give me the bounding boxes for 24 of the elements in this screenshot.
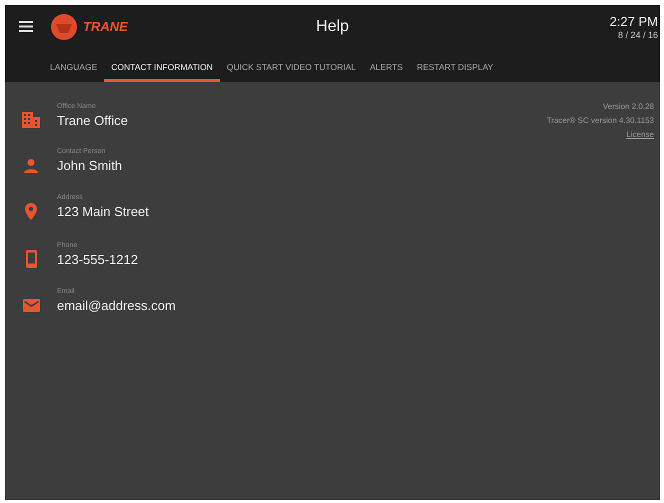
tab[interactable]: RESTART DISPLAY (410, 48, 500, 82)
brand-name: TRANE (83, 19, 128, 34)
location-pin-icon (25, 203, 37, 220)
phone-icon (26, 250, 36, 268)
field-value: John Smith (57, 158, 122, 173)
field-value: 123 Main Street (57, 204, 149, 219)
tab[interactable]: QUICK START VIDEO TUTORIAL (220, 48, 363, 82)
version-text: Tracer® SC version 4.30.1153 (546, 116, 654, 125)
field-value: 123-555-1212 (57, 252, 138, 266)
envelope-icon (22, 299, 40, 312)
field-value: Trane Office (57, 112, 128, 128)
menu-icon[interactable] (19, 21, 33, 32)
tab[interactable]: ALERTS (362, 48, 410, 82)
tab[interactable]: CONTACT INFORMATION (104, 48, 220, 82)
person-icon (24, 158, 38, 172)
version-text: Version 2.0.28 (602, 102, 654, 111)
logo-icon (51, 14, 77, 40)
tab[interactable]: LANGUAGE (43, 48, 104, 82)
building-icon (22, 112, 40, 128)
license-link[interactable]: License (626, 130, 654, 139)
field-value: email@address.com (57, 298, 176, 313)
clock-date: 8 / 24 / 16 (618, 30, 658, 40)
page-title: Help (316, 18, 349, 36)
clock-time: 2:27 PM (610, 14, 658, 28)
